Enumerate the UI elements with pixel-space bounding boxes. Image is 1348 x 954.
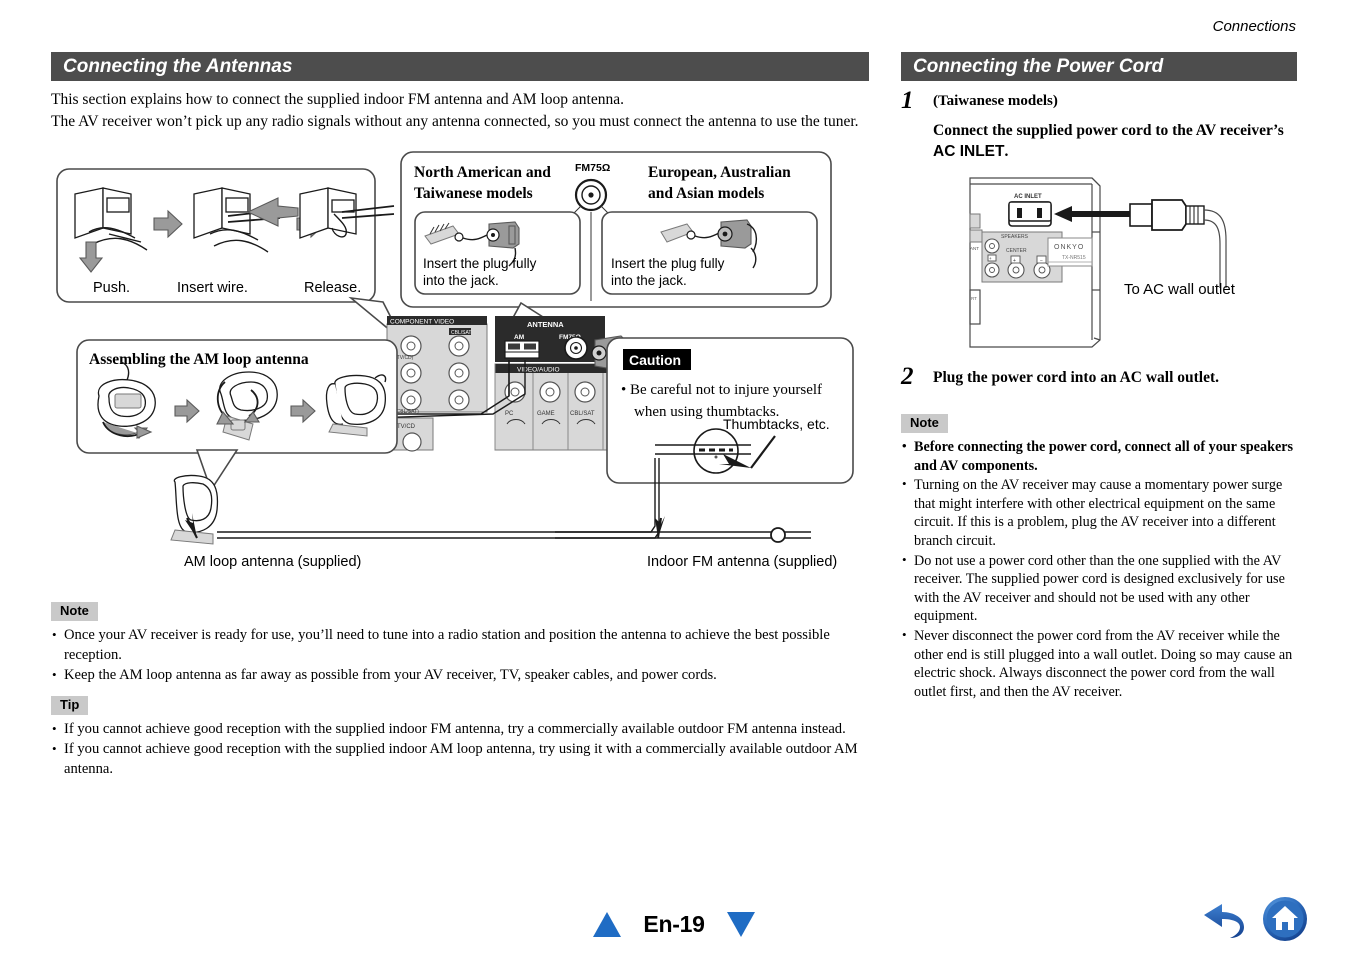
tip-item: If you cannot achieve good reception wit…	[51, 739, 869, 779]
step-2: 2 Plug the power cord into an AC wall ou…	[901, 363, 1297, 390]
svg-text:GAME: GAME	[537, 411, 555, 417]
svg-text:RT: RT	[971, 296, 977, 301]
step-1-body-term: AC INLET	[933, 143, 1005, 160]
step-1-body-post: .	[1004, 143, 1009, 160]
eu-insert-line2: into the jack.	[611, 273, 687, 288]
ac-inlet-label: AC INLET	[1014, 194, 1042, 200]
eu-insert-line1: Insert the plug fully	[611, 256, 725, 271]
step-1-body-pre: Connect the supplied power cord to the A…	[933, 122, 1284, 139]
panel-component-video-label: COMPONENT VIDEO	[390, 319, 454, 326]
home-icon[interactable]	[1262, 896, 1308, 942]
svg-text:CBL/SAT: CBL/SAT	[451, 330, 471, 336]
release-label: Release.	[304, 280, 361, 296]
model-label: TX-NR515	[1062, 255, 1086, 261]
intro-line-1: This section explains how to connect the…	[51, 91, 624, 108]
manual-page: Connections Connecting the Antennas This…	[0, 0, 1348, 954]
section-title-power-cord: Connecting the Power Cord	[901, 52, 1297, 81]
svg-text:+: +	[989, 256, 992, 261]
note-block-antennas: Note Once your AV receiver is ready for …	[51, 602, 869, 686]
note-tag-power: Note	[901, 414, 948, 433]
svg-text:PC: PC	[505, 411, 514, 417]
section-title-antennas: Connecting the Antennas	[51, 52, 869, 81]
note-item-power: Before connecting the power cord, connec…	[901, 437, 1297, 475]
triangle-down-icon[interactable]	[726, 912, 755, 937]
intro-paragraphs: This section explains how to connect the…	[51, 89, 869, 132]
page-footer: En-19	[0, 874, 1348, 954]
svg-text:−: −	[1040, 258, 1043, 264]
panel-am-label: AM	[514, 334, 524, 341]
footer-nav-icons	[1200, 896, 1308, 942]
panel-tvcd-label: TV/CD	[397, 424, 416, 430]
tip-list: If you cannot achieve good reception wit…	[51, 719, 869, 780]
na-title-2: Taiwanese models	[414, 185, 533, 202]
insert-wire-label: Insert wire.	[177, 280, 248, 296]
caution-line-1: • Be careful not to injure yourself	[621, 382, 822, 398]
na-insert-line2: into the jack.	[423, 273, 499, 288]
svg-text:CBL/SAT: CBL/SAT	[570, 411, 595, 417]
na-insert-line1: Insert the plug fully	[423, 256, 537, 271]
fm75-jack-label: FM75Ω	[575, 162, 610, 174]
power-cord-figure: .pln { fill:none; stroke:#4a4a4a; stroke…	[896, 172, 1292, 357]
note-tag: Note	[51, 602, 98, 621]
note-item-power: Never disconnect the power cord from the…	[901, 626, 1297, 701]
center-label: CENTER	[1006, 248, 1027, 254]
eu-title-1: European, Australian	[648, 164, 791, 181]
note-list: Once your AV receiver is ready for use, …	[51, 625, 869, 686]
tip-tag: Tip	[51, 695, 89, 715]
na-title-1: North American and	[414, 164, 551, 181]
tip-block-antennas: Tip If you cannot achieve good reception…	[51, 695, 869, 780]
running-head: Connections	[1212, 18, 1296, 35]
step-1-number: 1	[901, 87, 914, 114]
panel-antenna-label: ANTENNA	[527, 320, 564, 329]
svg-text:ANT: ANT	[970, 246, 979, 251]
fm-antenna-caption: Indoor FM antenna (supplied)	[647, 554, 837, 570]
page-number-label: En-19	[643, 911, 705, 937]
step-1-lead: (Taiwanese models)	[933, 93, 1058, 109]
eu-title-2: and Asian models	[648, 185, 764, 202]
right-column: Connecting the Power Cord 1 (Taiwanese m…	[901, 52, 1297, 702]
left-column: Connecting the Antennas This section exp…	[51, 52, 869, 780]
thumbtacks-label: Thumbtacks, etc.	[723, 416, 830, 432]
panel-video-audio-label: VIDEO/AUDIO	[517, 367, 560, 374]
caution-tag: Caution	[629, 352, 681, 368]
note-list-power: Before connecting the power cord, connec…	[901, 437, 1297, 701]
to-ac-wall-outlet-label: To AC wall outlet	[1124, 281, 1236, 298]
assembling-title: Assembling the AM loop antenna	[89, 351, 309, 368]
am-loop-caption: AM loop antenna (supplied)	[184, 554, 361, 570]
intro-line-2: The AV receiver won’t pick up any radio …	[51, 113, 859, 130]
page-navigation: En-19	[0, 911, 1348, 938]
brand-label: ONKYO	[1054, 244, 1084, 251]
note-item-power: Turning on the AV receiver may cause a m…	[901, 475, 1297, 550]
svg-text:+: +	[1013, 258, 1016, 264]
note-item: Keep the AM loop antenna as far away as …	[51, 665, 869, 686]
speakers-label: SPEAKERS	[1001, 234, 1029, 240]
step-1: 1 (Taiwanese models) Connect the supplie…	[901, 87, 1297, 162]
push-label: Push.	[93, 280, 130, 296]
antenna-connection-figure: .ln { fill:none; stroke:#1a1a1a; stroke-…	[51, 146, 869, 576]
note-item: Once your AV receiver is ready for use, …	[51, 625, 869, 665]
step-2-number: 2	[901, 363, 914, 390]
step-1-body: Connect the supplied power cord to the A…	[933, 120, 1297, 162]
tip-item: If you cannot achieve good reception wit…	[51, 719, 869, 740]
triangle-up-icon[interactable]	[593, 912, 622, 937]
step-2-body: Plug the power cord into an AC wall outl…	[933, 369, 1220, 386]
note-block-power: Note Before connecting the power cord, c…	[901, 414, 1297, 701]
back-arrow-icon[interactable]	[1200, 897, 1252, 941]
note-item-power: Do not use a power cord other than the o…	[901, 551, 1297, 626]
